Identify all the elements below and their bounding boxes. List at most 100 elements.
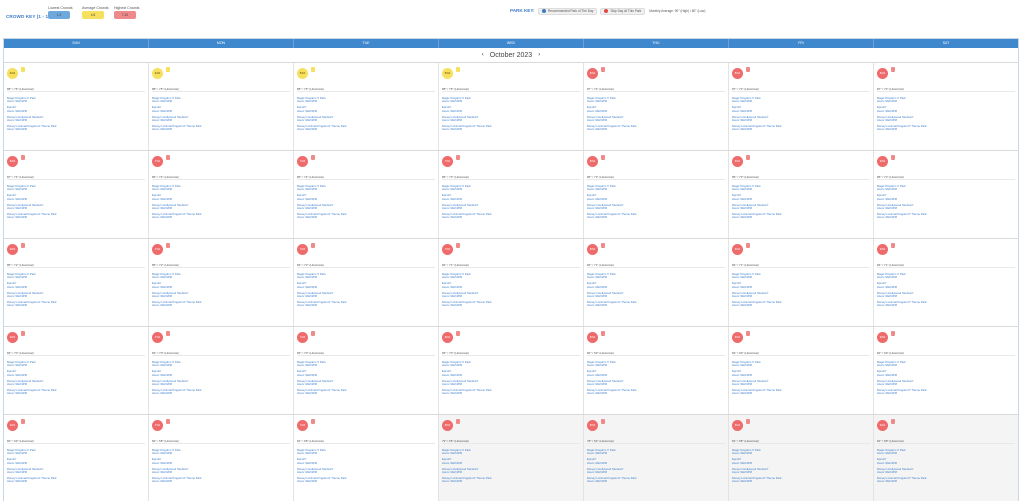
park-entry[interactable]: Epcot® Hours: 9AM-9PM [732,194,870,201]
park-entry[interactable]: Epcot® Hours: 9AM-9PM [442,458,580,465]
park-entry[interactable]: Disney's Hollywood Studios® Hours: 9AM-9P… [442,380,580,387]
park-entry[interactable]: Disney's Hollywood Studios® Hours: 9AM-9P… [877,116,1015,123]
park-entry[interactable]: Disney's Animal Kingdom® Theme Park Hours… [877,389,1015,396]
park-entry[interactable]: Epcot® Hours: 9AM-9PM [7,106,145,113]
calendar-day[interactable]: 7/10 86° / 74° (Historical) Magic Kingdom … [294,151,439,238]
park-entry[interactable]: Magic Kingdom ® Park Hours: 9AM-9PM [587,185,725,192]
park-entry[interactable]: Epcot® Hours: 9AM-9PM [7,282,145,289]
park-entry[interactable]: Disney's Animal Kingdom® Theme Park Hours… [152,125,290,132]
calendar-day[interactable]: 9/10 85° / 72° (Historical) Magic Kingdom … [874,151,1018,238]
park-entry[interactable]: Magic Kingdom ® Park Hours: 9AM-9PM [297,185,435,192]
park-entry[interactable]: Disney's Animal Kingdom® Theme Park Hours… [732,389,870,396]
park-entry[interactable]: Disney's Animal Kingdom® Theme Park Hours… [732,301,870,308]
park-entry[interactable]: Epcot® Hours: 9AM-9PM [587,282,725,289]
park-entry[interactable]: Disney's Hollywood Studios® Hours: 9AM-9P… [297,292,435,299]
park-entry[interactable]: Disney's Animal Kingdom® Theme Park Hours… [442,125,580,132]
calendar-day[interactable]: 8/10 87° / 74° (Historical) Magic Kingdom … [584,63,729,150]
park-entry[interactable]: Disney's Hollywood Studios® Hours: 9AM-9P… [7,116,145,123]
park-entry[interactable]: Epcot® Hours: 9AM-9PM [732,106,870,113]
calendar-day[interactable]: 8/10 84° / 71° (Historical) Magic Kingdom … [584,239,729,326]
park-entry[interactable]: Epcot® Hours: 9AM-9PM [442,370,580,377]
park-entry[interactable]: Disney's Hollywood Studios® Hours: 9AM-9P… [297,116,435,123]
calendar-day[interactable]: 5/10 88° / 75° (Historical) Magic Kingdom … [294,63,439,150]
park-entry[interactable]: Disney's Animal Kingdom® Theme Park Hours… [7,301,145,308]
park-entry[interactable]: Epcot® Hours: 9AM-9PM [152,106,290,113]
park-entry[interactable]: Disney's Hollywood Studios® Hours: 9AM-9P… [152,204,290,211]
calendar-day[interactable]: 7/10 86° / 73° (Historical) Magic Kingdom … [439,151,584,238]
park-entry[interactable]: Magic Kingdom ® Park Hours: 9AM-9PM [587,449,725,456]
park-entry[interactable]: Epcot® Hours: 9AM-9PM [297,370,435,377]
park-entry[interactable]: Disney's Hollywood Studios® Hours: 9AM-9P… [587,292,725,299]
park-entry[interactable]: Epcot® Hours: 9AM-9PM [877,106,1015,113]
calendar-day[interactable]: 4/10 88° / 75° (Historical) Magic Kingdom … [149,63,294,150]
park-entry[interactable]: Disney's Animal Kingdom® Theme Park Hours… [587,301,725,308]
calendar-day[interactable]: 7/10 84° / 71° (Historical) Magic Kingdom … [439,239,584,326]
park-entry[interactable]: Magic Kingdom ® Park Hours: 9AM-9PM [732,185,870,192]
park-entry[interactable]: Magic Kingdom ® Park Hours: 9AM-9PM [152,273,290,280]
park-entry[interactable]: Magic Kingdom ® Park Hours: 9AM-9PM [7,273,145,280]
park-entry[interactable]: Epcot® Hours: 9AM-9PM [152,194,290,201]
park-entry[interactable]: Disney's Hollywood Studios® Hours: 9AM-9P… [152,468,290,475]
park-entry[interactable]: Epcot® Hours: 9AM-9PM [7,194,145,201]
park-entry[interactable]: Magic Kingdom ® Park Hours: 9AM-9PM [442,361,580,368]
park-entry[interactable]: Magic Kingdom ® Park Hours: 9AM-9PM [297,449,435,456]
park-entry[interactable]: Disney's Hollywood Studios® Hours: 9AM-9P… [297,204,435,211]
park-entry[interactable]: Disney's Hollywood Studios® Hours: 9AM-9P… [7,380,145,387]
park-entry[interactable]: Epcot® Hours: 9AM-9PM [7,458,145,465]
park-entry[interactable]: Disney's Animal Kingdom® Theme Park Hours… [442,389,580,396]
park-entry[interactable]: Disney's Hollywood Studios® Hours: 9AM-9P… [442,468,580,475]
park-entry[interactable]: Magic Kingdom ® Park Hours: 9AM-9PM [152,185,290,192]
park-entry[interactable]: Disney's Animal Kingdom® Theme Park Hours… [587,389,725,396]
calendar-day[interactable]: 7/10 83° / 70° (Historical) Magic Kingdom … [149,327,294,414]
park-entry[interactable]: Epcot® Hours: 9AM-9PM [297,194,435,201]
calendar-day[interactable]: 7/10 81° / 68° (Historical) Magic Kingdom … [294,415,439,501]
park-entry[interactable]: Epcot® Hours: 9AM-9PM [587,370,725,377]
calendar-day[interactable]: 9/10 83° / 70° (Historical) Magic Kingdom … [4,327,149,414]
park-entry[interactable]: Magic Kingdom ® Park Hours: 9AM-9PM [152,361,290,368]
park-entry[interactable]: Disney's Hollywood Studios® Hours: 9AM-9P… [732,292,870,299]
park-entry[interactable]: Disney's Animal Kingdom® Theme Park Hours… [587,213,725,220]
park-entry[interactable]: Disney's Animal Kingdom® Theme Park Hours… [877,125,1015,132]
next-month-button[interactable]: › [532,52,546,58]
park-entry[interactable]: Magic Kingdom ® Park Hours: 9AM-9PM [442,449,580,456]
park-entry[interactable]: Magic Kingdom ® Park Hours: 9AM-9PM [152,97,290,104]
park-entry[interactable]: Disney's Animal Kingdom® Theme Park Hours… [297,125,435,132]
park-entry[interactable]: Magic Kingdom ® Park Hours: 9AM-9PM [7,185,145,192]
calendar-day[interactable]: 9/10 81° / 68° (Historical) Magic Kingdom … [729,415,874,501]
park-entry[interactable]: Magic Kingdom ® Park Hours: 9AM-9PM [877,361,1015,368]
park-entry[interactable]: Magic Kingdom ® Park Hours: 9AM-9PM [442,97,580,104]
park-entry[interactable]: Magic Kingdom ® Park Hours: 9AM-9PM [877,97,1015,104]
park-entry[interactable]: Epcot® Hours: 9AM-9PM [442,282,580,289]
park-entry[interactable]: Epcot® Hours: 9AM-9PM [877,194,1015,201]
park-entry[interactable]: Disney's Hollywood Studios® Hours: 9AM-9P… [587,204,725,211]
park-entry[interactable]: Disney's Animal Kingdom® Theme Park Hours… [7,213,145,220]
park-entry[interactable]: Disney's Hollywood Studios® Hours: 9AM-9P… [7,468,145,475]
park-entry[interactable]: Magic Kingdom ® Park Hours: 9AM-9PM [732,361,870,368]
park-entry[interactable]: Epcot® Hours: 9AM-9PM [297,458,435,465]
park-entry[interactable]: Disney's Hollywood Studios® Hours: 9AM-9P… [7,204,145,211]
calendar-day[interactable]: 8/10 86° / 73° (Historical) Magic Kingdom … [584,151,729,238]
park-entry[interactable]: Disney's Animal Kingdom® Theme Park Hours… [152,477,290,484]
park-entry[interactable]: Magic Kingdom ® Park Hours: 9AM-9PM [877,273,1015,280]
calendar-day[interactable]: 8/10 87° / 74° (Historical) Magic Kingdom … [874,63,1018,150]
calendar-day[interactable]: 9/10 82° / 69° (Historical) Magic Kingdom … [729,327,874,414]
park-entry[interactable]: Disney's Hollywood Studios® Hours: 9AM-9P… [297,380,435,387]
park-entry[interactable]: Magic Kingdom ® Park Hours: 9AM-9PM [297,273,435,280]
park-entry[interactable]: Magic Kingdom ® Park Hours: 9AM-9PM [7,97,145,104]
park-entry[interactable]: Epcot® Hours: 9AM-9PM [732,458,870,465]
park-entry[interactable]: Epcot® Hours: 9AM-9PM [297,282,435,289]
calendar-day[interactable]: 9/10 82° / 69° (Historical) Magic Kingdom … [874,327,1018,414]
park-entry[interactable]: Magic Kingdom ® Park Hours: 9AM-9PM [7,449,145,456]
park-entry[interactable]: Epcot® Hours: 9AM-9PM [152,282,290,289]
calendar-day[interactable]: 9/10 84° / 71° (Historical) Magic Kingdom … [729,239,874,326]
park-entry[interactable]: Epcot® Hours: 9AM-9PM [442,194,580,201]
park-entry[interactable]: Epcot® Hours: 9AM-9PM [587,194,725,201]
park-entry[interactable]: Epcot® Hours: 9AM-9PM [877,282,1015,289]
calendar-day[interactable]: 8/10 78° / 64° (Historical) Magic Kingdom … [584,415,729,501]
calendar-day[interactable]: 7/10 86° / 74° (Historical) Magic Kingdom … [149,151,294,238]
park-entry[interactable]: Epcot® Hours: 9AM-9PM [7,370,145,377]
park-entry[interactable]: Disney's Hollywood Studios® Hours: 9AM-9P… [732,468,870,475]
park-entry[interactable]: Disney's Animal Kingdom® Theme Park Hours… [152,213,290,220]
park-entry[interactable]: Epcot® Hours: 9AM-9PM [732,370,870,377]
park-entry[interactable]: Disney's Animal Kingdom® Theme Park Hours… [442,301,580,308]
